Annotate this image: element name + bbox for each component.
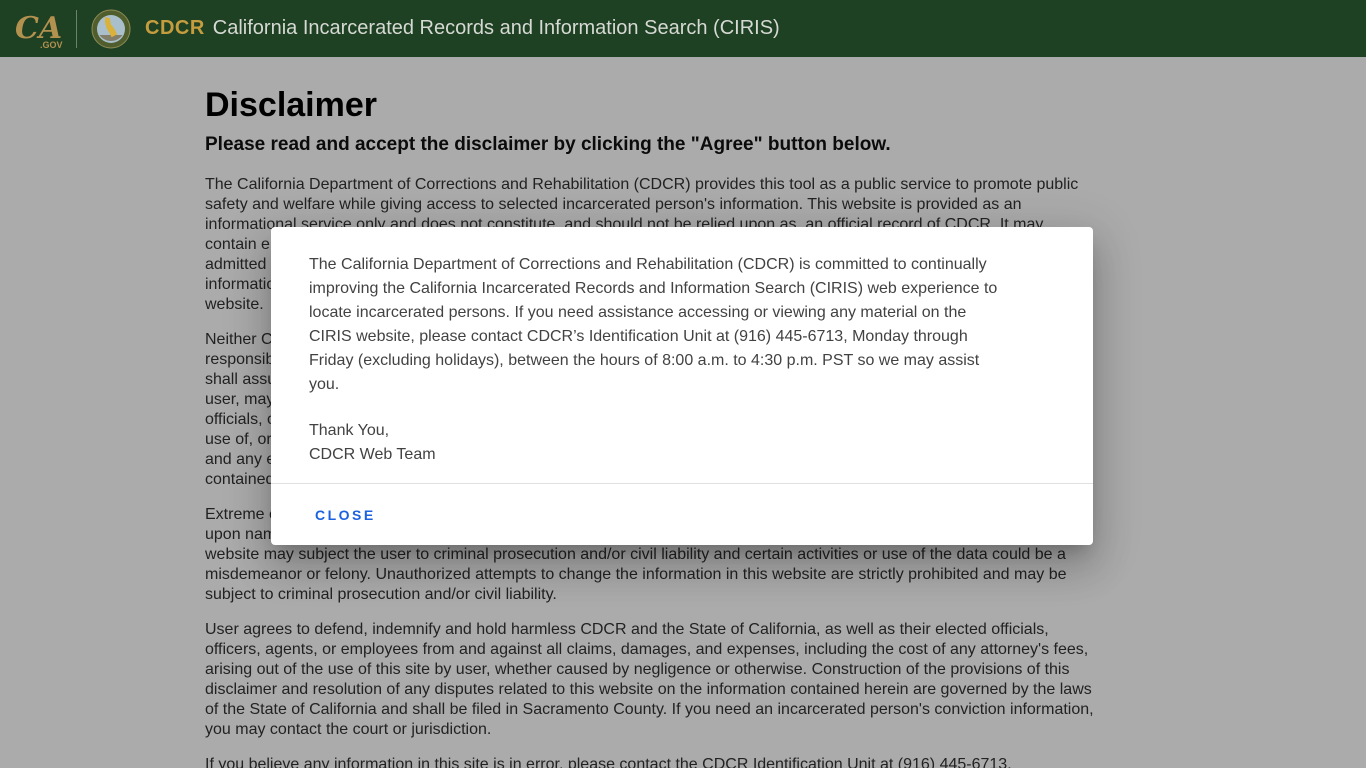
text-line: you. [309,373,1055,397]
ciris-disclaimer-page: CA .GOV CDCR California Incarcerated Rec… [0,0,1366,768]
text-line: locate incarcerated persons. If you need… [309,301,1055,325]
text-line: Thank You, [309,419,1055,443]
gov-logo-suffix: .GOV [40,40,63,50]
header-app-title: California Incarcerated Records and Info… [213,17,780,40]
text-line: CIRIS website, please contact CDCR’s Ide… [309,325,1055,349]
dialog-body: The California Department of Corrections… [271,227,1093,467]
text-line: CDCR Web Team [309,443,1055,467]
header-brand-cdcr: CDCR [145,17,205,40]
header-divider [76,10,77,48]
dialog-signoff: Thank You,CDCR Web Team [309,419,1055,467]
cdcr-seal-icon [91,9,131,49]
cdcr-seal-link[interactable] [91,9,131,49]
ca-gov-logo-icon: CA .GOV [14,7,66,51]
text-line: improving the California Incarcerated Re… [309,277,1055,301]
close-button[interactable]: CLOSE [307,501,384,529]
ca-gov-logo[interactable]: CA .GOV [14,7,66,51]
dialog-message: The California Department of Corrections… [309,253,1055,397]
accessibility-notice-dialog: The California Department of Corrections… [271,227,1093,545]
site-header: CA .GOV CDCR California Incarcerated Rec… [0,0,1366,57]
text-line: Friday (excluding holidays), between the… [309,349,1055,373]
dialog-actions: CLOSE [271,483,1093,545]
text-line: The California Department of Corrections… [309,253,1055,277]
